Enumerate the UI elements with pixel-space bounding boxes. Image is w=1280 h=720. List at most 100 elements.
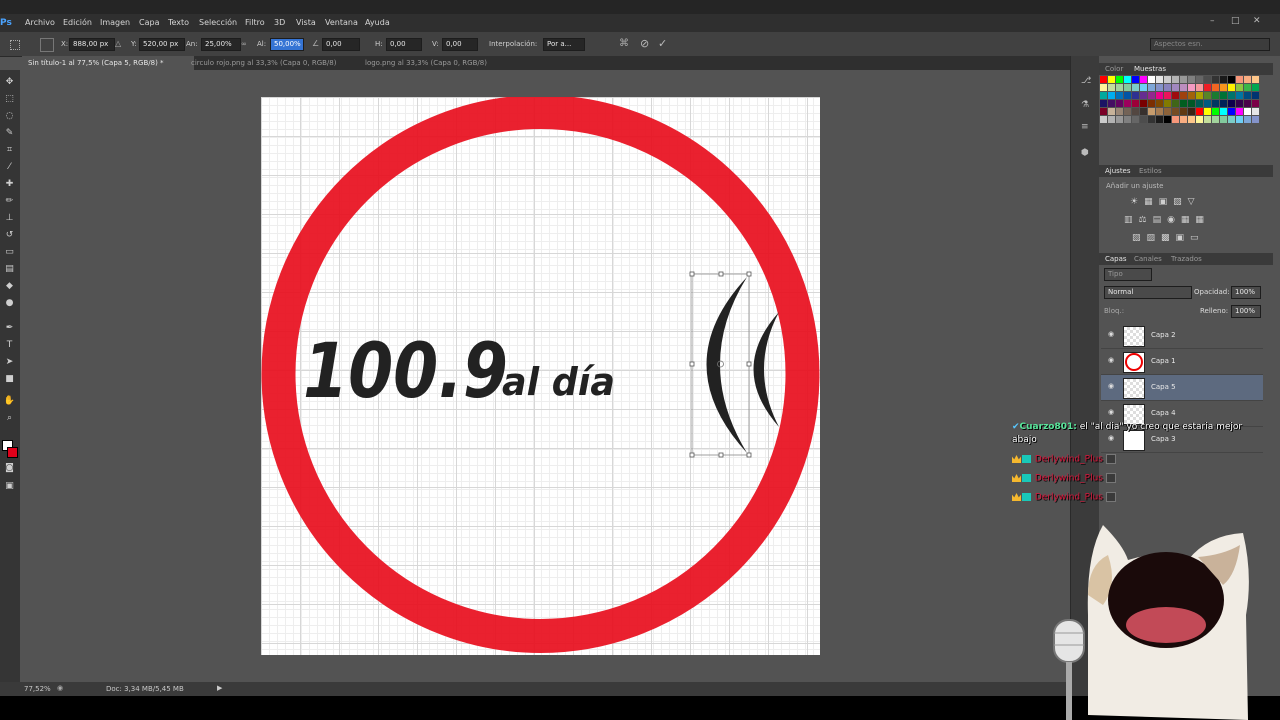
history-brush-tool-icon[interactable]: ↺	[3, 229, 16, 242]
screen-mode-icon[interactable]: ▣	[3, 480, 16, 493]
color-swatch[interactable]	[1188, 116, 1195, 123]
quick-mask-icon[interactable]: ◙	[3, 462, 16, 475]
maximize-icon[interactable]: □	[1231, 16, 1240, 26]
status-icon[interactable]: ◉	[57, 684, 63, 692]
color-swatch[interactable]	[1196, 116, 1203, 123]
move-tool-icon[interactable]: ✥	[3, 76, 16, 89]
color-swatch[interactable]	[1108, 92, 1115, 99]
color-swatch[interactable]	[1188, 108, 1195, 115]
chain-link-icon[interactable]: ∞	[241, 40, 247, 48]
color-swatch[interactable]	[1196, 100, 1203, 107]
swatch-grid[interactable]	[1100, 76, 1260, 124]
adjustment-icons-row-2[interactable]: ▥⚖▤◉▦▦	[1124, 215, 1210, 225]
warp-icon[interactable]: ⌘	[619, 38, 629, 49]
color-swatch[interactable]	[1252, 100, 1259, 107]
color-swatch[interactable]	[1196, 92, 1203, 99]
color-swatch[interactable]	[1228, 100, 1235, 107]
color-swatch[interactable]	[1244, 84, 1251, 91]
hand-tool-icon[interactable]: ✋	[3, 395, 16, 408]
color-swatch[interactable]	[1236, 100, 1243, 107]
color-swatch[interactable]	[1116, 76, 1123, 83]
adjustment-icons-row-1[interactable]: ☀▦▣▨▽	[1130, 197, 1201, 207]
color-swatch[interactable]	[1180, 108, 1187, 115]
background-color-swatch[interactable]	[7, 447, 18, 458]
color-swatch[interactable]	[1196, 84, 1203, 91]
actions-panel-icon[interactable]: ⚗	[1081, 100, 1089, 110]
status-arrow-icon[interactable]: ▶	[217, 684, 222, 692]
color-swatch[interactable]	[1100, 76, 1107, 83]
commit-transform-icon[interactable]: ✓	[658, 37, 667, 50]
color-swatch[interactable]	[1244, 100, 1251, 107]
visibility-eye-icon[interactable]: ◉	[1108, 357, 1116, 364]
color-swatch[interactable]	[1164, 84, 1171, 91]
color-swatch[interactable]	[1132, 100, 1139, 107]
color-swatch[interactable]	[1212, 108, 1219, 115]
visibility-eye-icon[interactable]: ◉	[1108, 331, 1116, 338]
pen-tool-icon[interactable]: ✒	[3, 322, 16, 335]
adjustment-icons-row-3[interactable]: ▧▨▩▣▭	[1132, 233, 1205, 243]
color-swatch[interactable]	[1204, 100, 1211, 107]
color-swatch[interactable]	[1132, 108, 1139, 115]
color-swatch[interactable]	[1204, 92, 1211, 99]
color-swatch[interactable]	[1172, 116, 1179, 123]
height-input[interactable]: 50,00%	[270, 38, 304, 51]
dodge-tool-icon[interactable]: ●	[3, 297, 16, 310]
color-swatch[interactable]	[1172, 92, 1179, 99]
color-swatch[interactable]	[1164, 100, 1171, 107]
color-swatch[interactable]	[1156, 108, 1163, 115]
brush-tool-icon[interactable]: ✏	[3, 195, 16, 208]
color-swatch[interactable]	[1180, 92, 1187, 99]
color-swatch[interactable]	[1204, 108, 1211, 115]
tab-channels[interactable]: Canales	[1134, 255, 1162, 263]
eraser-tool-icon[interactable]: ▭	[3, 246, 16, 259]
color-swatch[interactable]	[1252, 84, 1259, 91]
color-swatch[interactable]	[1196, 108, 1203, 115]
tab-layers[interactable]: Capas	[1105, 255, 1127, 263]
color-swatch[interactable]	[1164, 116, 1171, 123]
color-swatch[interactable]	[1108, 76, 1115, 83]
color-swatch[interactable]	[1236, 76, 1243, 83]
menu-item[interactable]: Edición	[63, 18, 92, 27]
color-swatch[interactable]	[1140, 92, 1147, 99]
color-swatch[interactable]	[1140, 116, 1147, 123]
color-swatch[interactable]	[1148, 108, 1155, 115]
color-swatch[interactable]	[1132, 76, 1139, 83]
fill-input[interactable]: 100%	[1231, 305, 1261, 318]
color-swatch[interactable]	[1148, 76, 1155, 83]
transform-grid-icon[interactable]	[40, 38, 54, 52]
color-swatch[interactable]	[1108, 116, 1115, 123]
color-swatch[interactable]	[1124, 76, 1131, 83]
tab-styles[interactable]: Estilos	[1139, 167, 1162, 175]
tab-swatches[interactable]: Muestras	[1134, 65, 1166, 73]
gradient-tool-icon[interactable]: ▤	[3, 263, 16, 276]
reference-point-icon[interactable]	[10, 40, 20, 50]
color-swatch[interactable]	[1116, 116, 1123, 123]
color-swatch[interactable]	[1220, 100, 1227, 107]
close-icon[interactable]: ✕	[1253, 16, 1261, 26]
tab-adjustments[interactable]: Ajustes	[1105, 167, 1131, 175]
vskew-input[interactable]: 0,00	[442, 38, 478, 51]
color-swatch[interactable]	[1252, 92, 1259, 99]
zoom-level[interactable]: 77,52%	[24, 685, 51, 693]
visibility-eye-icon[interactable]: ◉	[1108, 383, 1116, 390]
color-swatch[interactable]	[1180, 76, 1187, 83]
color-swatch[interactable]	[1204, 76, 1211, 83]
color-swatch[interactable]	[1156, 76, 1163, 83]
tab-logo[interactable]: logo.png al 33,3% (Capa 0, RGB/8)	[359, 56, 516, 70]
color-swatch[interactable]	[1156, 100, 1163, 107]
color-swatch[interactable]	[1100, 116, 1107, 123]
color-swatch[interactable]	[1100, 92, 1107, 99]
color-swatch[interactable]	[1220, 116, 1227, 123]
color-swatch[interactable]	[1212, 76, 1219, 83]
crop-tool-icon[interactable]: ⌗	[3, 144, 16, 157]
layer-row[interactable]: ◉ Capa 2	[1101, 323, 1263, 349]
color-swatch[interactable]	[1180, 116, 1187, 123]
color-swatch[interactable]	[1188, 100, 1195, 107]
color-swatch[interactable]	[1132, 92, 1139, 99]
color-swatch[interactable]	[1108, 108, 1115, 115]
eyedropper-tool-icon[interactable]: ⁄	[3, 161, 16, 174]
color-swatch[interactable]	[1244, 108, 1251, 115]
color-swatch[interactable]	[1228, 92, 1235, 99]
menu-item[interactable]: Filtro	[245, 18, 265, 27]
menu-item[interactable]: Selección	[199, 18, 237, 27]
